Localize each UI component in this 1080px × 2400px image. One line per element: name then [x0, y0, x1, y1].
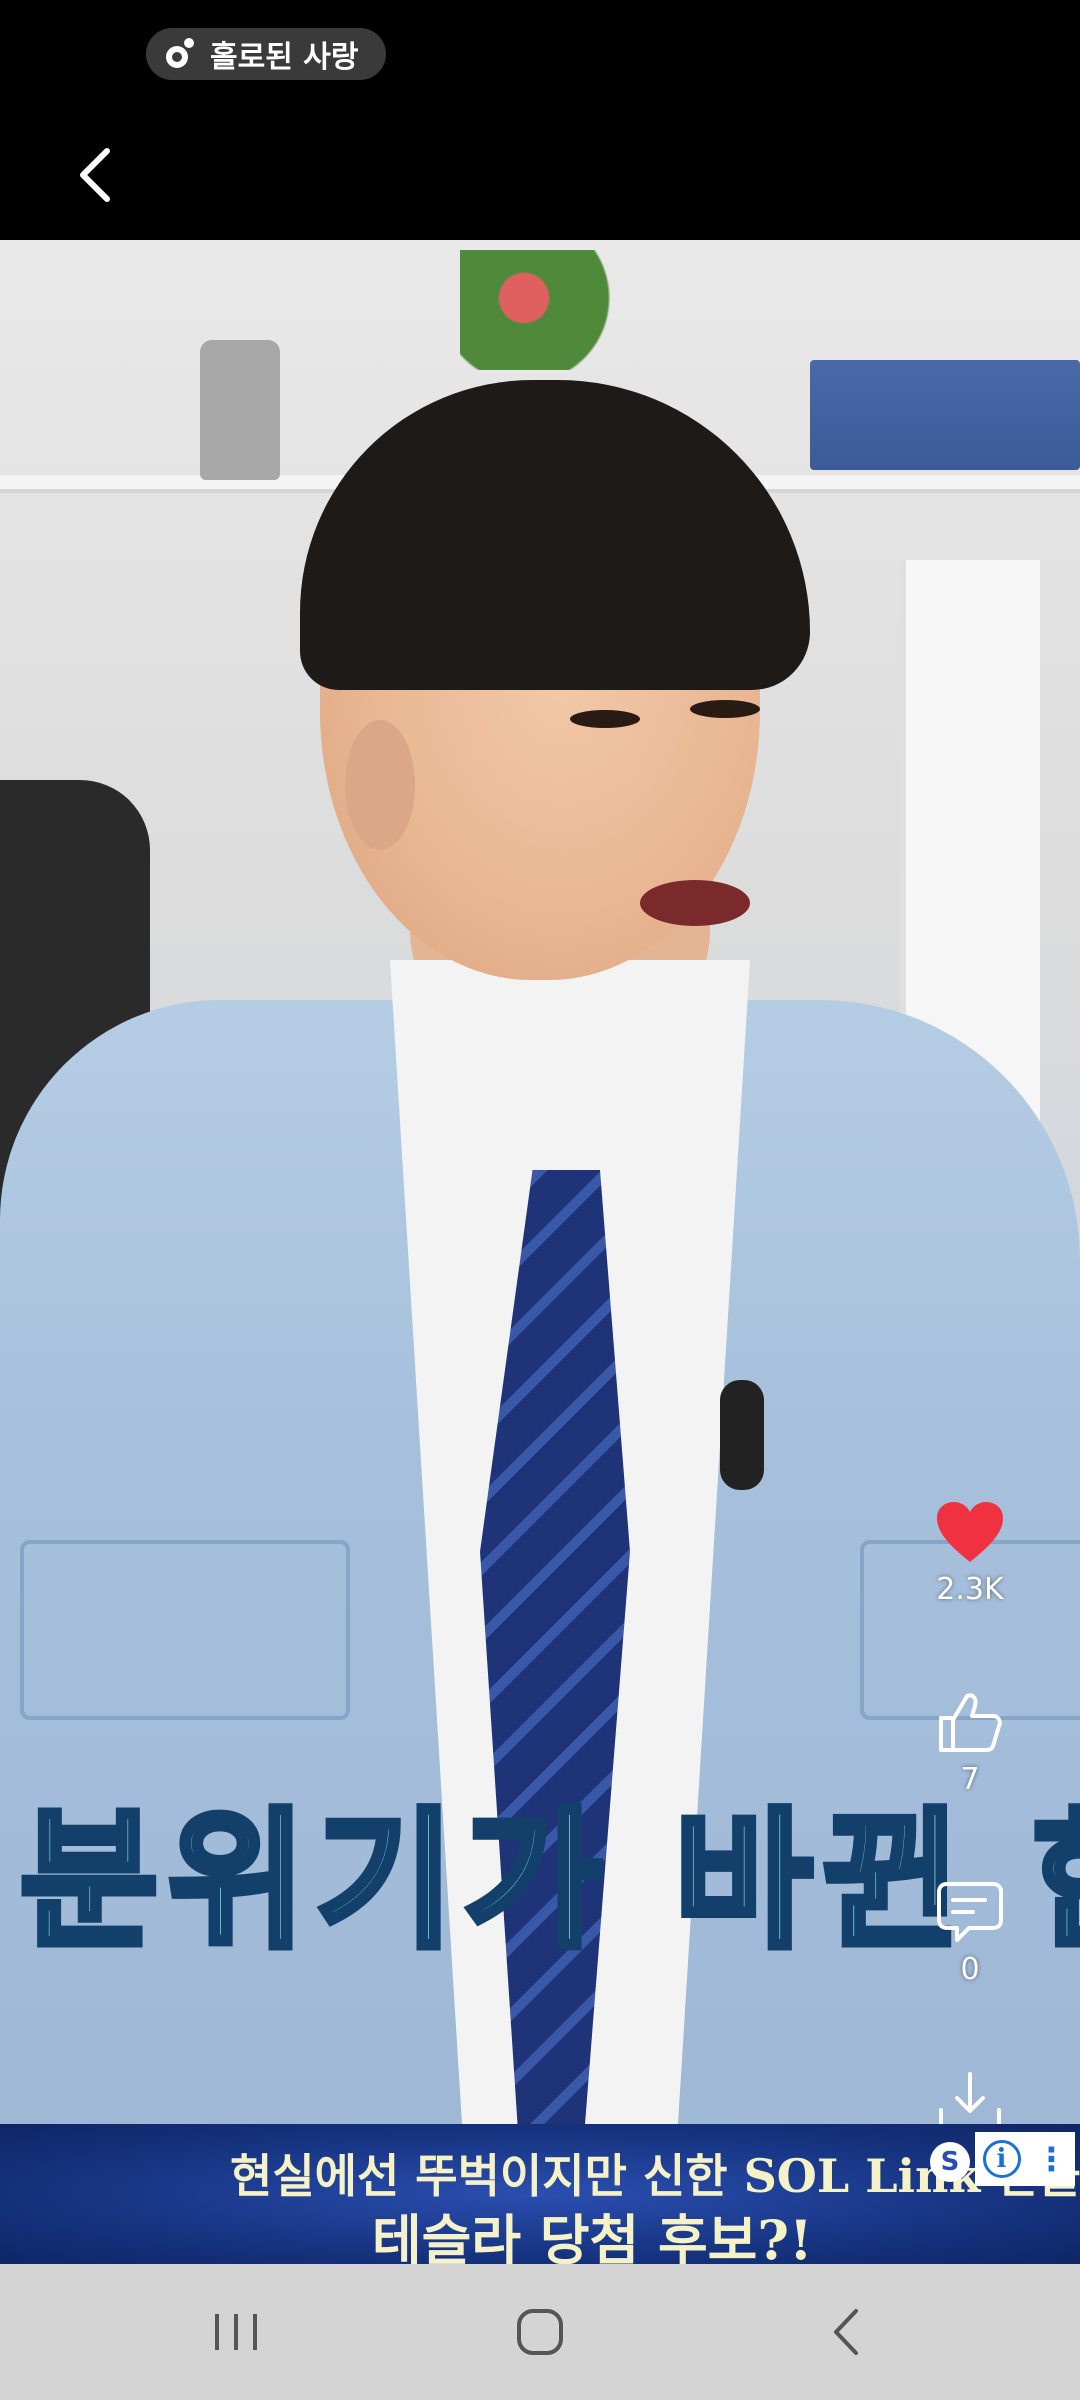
comment-count: 0: [960, 1952, 980, 1987]
comment-icon: [937, 1882, 1003, 1942]
thumbs-up-button[interactable]: 7: [910, 1690, 1030, 1797]
now-playing-pill[interactable]: 홀로된 사랑: [146, 28, 387, 80]
back-button[interactable]: [60, 140, 130, 210]
thumbs-up-icon: [939, 1693, 1002, 1752]
ad-banner[interactable]: 현실에선 뚜벅이지만 신한 SOL Link 만들고 테슬라 당첨 후보?! S…: [0, 2124, 1080, 2264]
music-icon: [162, 37, 196, 71]
subject-eye-left: [570, 710, 640, 728]
recents-icon: [215, 2314, 257, 2350]
thumbs-up-count: 7: [960, 1762, 980, 1797]
ad-more-button[interactable]: ⋮: [1036, 2143, 1068, 2175]
lapel-mic: [720, 1380, 764, 1490]
ad-brand-badge: S: [930, 2142, 970, 2182]
home-button[interactable]: [490, 2294, 590, 2370]
subject-ear: [345, 720, 415, 850]
chevron-left-icon: [80, 148, 110, 202]
video-player[interactable]: 분위기가 바뀐 한 2.3K 7 0: [0, 240, 1080, 2124]
home-icon: [517, 2309, 563, 2355]
ad-info-button[interactable]: i: [982, 2140, 1021, 2178]
like-button[interactable]: 2.3K: [910, 1500, 1030, 1607]
ad-subheadline: 테슬라 당첨 후보?!: [372, 2208, 813, 2264]
like-count: 2.3K: [936, 1572, 1004, 1607]
ad-controls: i ⋮: [975, 2132, 1075, 2186]
jacket-pocket-left: [20, 1540, 350, 1720]
nav-back-button[interactable]: [796, 2294, 896, 2370]
download-icon: [939, 2072, 1001, 2124]
download-button[interactable]: [910, 2070, 1030, 2124]
subject-mouth: [640, 880, 750, 926]
recents-button[interactable]: [186, 2294, 286, 2370]
comment-button[interactable]: 0: [910, 1880, 1030, 1987]
subject-hair: [300, 380, 810, 690]
top-bar: [0, 110, 1080, 240]
back-icon: [834, 2309, 858, 2355]
status-bar: 홀로된 사랑: [0, 0, 1080, 110]
heart-icon: [937, 1502, 1003, 1562]
subject-eye-right: [690, 700, 760, 718]
now-playing-label: 홀로된 사랑: [210, 40, 359, 75]
system-nav-bar: [0, 2264, 1080, 2400]
